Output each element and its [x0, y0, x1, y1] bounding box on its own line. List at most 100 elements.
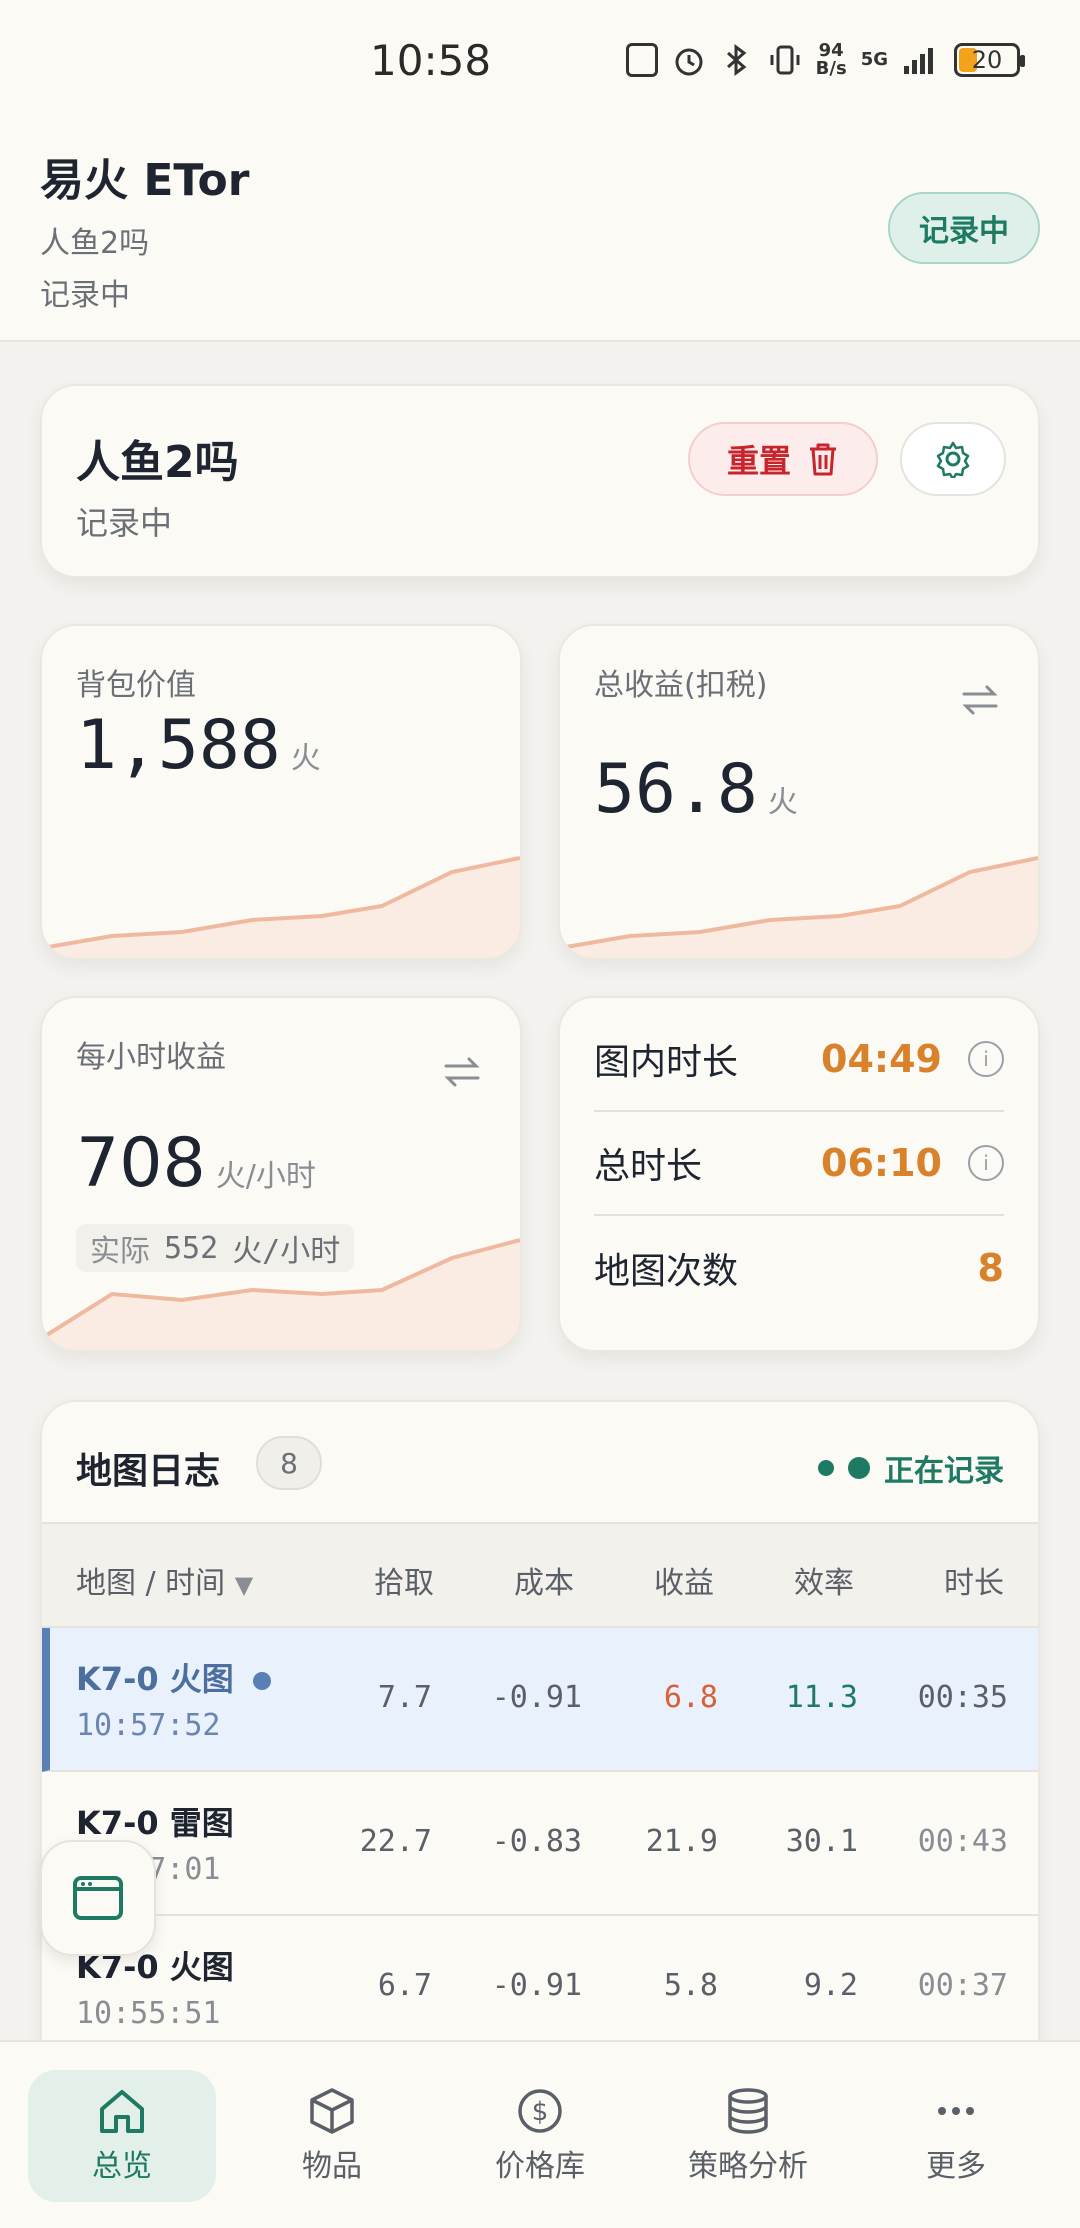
bag-value: 1,588 火: [76, 706, 321, 785]
col-map-time[interactable]: 地图 / 时间 ▼: [76, 1558, 253, 1602]
floating-window-button[interactable]: [40, 1840, 156, 1956]
col-income[interactable]: 收益: [654, 1558, 714, 1602]
nav-price-db[interactable]: $ 价格库: [446, 2070, 634, 2202]
reset-button[interactable]: 重置: [688, 422, 878, 496]
battery-icon: 20: [954, 43, 1025, 77]
header-status: 记录中: [40, 278, 130, 313]
box-icon: [310, 2088, 354, 2134]
table-row[interactable]: K7-0 火图 10:57:52 7.7 -0.91 6.8 11.3 00:3…: [42, 1628, 1038, 1772]
bag-value-label: 背包价值: [76, 668, 196, 703]
more-icon: [938, 2107, 974, 2115]
session-card: 人鱼2吗 记录中 重置: [40, 384, 1040, 578]
map-count-label: 地图次数: [594, 1251, 739, 1292]
row-map: K7-0 雷图: [76, 1804, 234, 1842]
trash-icon: [810, 443, 836, 476]
status-dot-icon: [818, 1460, 834, 1476]
row-income: 5.8: [663, 1968, 718, 2003]
sort-down-icon: ▼: [234, 1571, 254, 1599]
net-speed: 94 B/s: [815, 40, 847, 79]
network-type: 5G: [860, 49, 888, 70]
clock: 10:58: [370, 36, 492, 85]
table-row[interactable]: K7-0 雷图 10:57:01 22.7 -0.83 21.9 30.1 00…: [42, 1772, 1038, 1916]
dollar-icon: $: [518, 2089, 562, 2133]
status-dot-icon: [848, 1457, 870, 1479]
info-icon[interactable]: i: [968, 1145, 1004, 1181]
live-indicator: 正在记录: [818, 1446, 1004, 1490]
row-efficiency: 9.2: [803, 1968, 858, 2003]
reset-label: 重置: [726, 442, 791, 480]
table-row[interactable]: K7-0 火图 10:55:51 6.7 -0.91 5.8 9.2 00:37: [42, 1916, 1038, 2060]
hourly-income-card: 每小时收益 708 火/小时 实际 552 火/小时: [40, 996, 522, 1352]
row-map: K7-0 火图: [76, 1654, 271, 1700]
nfc-icon: [625, 43, 658, 77]
actual-hourly: 实际 552 火/小时: [76, 1224, 355, 1272]
total-time-value: 06:10: [821, 1141, 942, 1185]
map-count-row: 地图次数 8: [594, 1216, 1004, 1320]
header-session-name: 人鱼2吗: [40, 226, 150, 261]
total-time-label: 总时长: [594, 1146, 703, 1187]
col-duration[interactable]: 时长: [944, 1558, 1004, 1602]
total-time-row: 总时长 06:10 i: [594, 1112, 1004, 1216]
map-log-title: 地图日志: [76, 1451, 221, 1492]
home-icon: [100, 2090, 144, 2133]
col-efficiency[interactable]: 效率: [794, 1558, 854, 1602]
signal-icon: [904, 48, 933, 74]
in-map-time-row: 图内时长 04:49 i: [594, 1008, 1004, 1112]
row-time: 10:55:51: [76, 1996, 221, 2031]
row-duration: 00:37: [917, 1968, 1008, 2003]
vibrate-icon: [770, 45, 800, 75]
row-pickup: 22.7: [359, 1824, 432, 1859]
total-income-label: 总收益(扣税): [594, 668, 768, 703]
app-title: 易火 ETor: [40, 155, 250, 206]
session-status: 记录中: [76, 504, 173, 542]
time-card: 图内时长 04:49 i 总时长 06:10 i 地图次数 8: [558, 996, 1040, 1352]
svg-text:$: $: [532, 2097, 549, 2127]
row-cost: -0.91: [491, 1968, 582, 2003]
total-income-sparkline: [560, 856, 1038, 958]
row-efficiency: 30.1: [785, 1824, 858, 1859]
swap-icon[interactable]: [442, 1054, 482, 1090]
hourly-income-label: 每小时收益: [76, 1040, 226, 1075]
row-cost: -0.91: [491, 1680, 582, 1715]
total-income-card: 总收益(扣税) 56.8 火: [558, 624, 1040, 960]
row-duration: 00:43: [917, 1824, 1008, 1859]
row-duration: 00:35: [917, 1680, 1008, 1715]
row-time: 10:57:52: [76, 1708, 221, 1743]
map-count-value: 8: [977, 1246, 1004, 1290]
session-name: 人鱼2吗: [76, 437, 239, 488]
settings-button[interactable]: [900, 422, 1006, 496]
nav-more[interactable]: 更多: [862, 2070, 1050, 2202]
in-map-time-label: 图内时长: [594, 1042, 739, 1083]
row-pickup: 6.7: [377, 1968, 432, 2003]
status-bar: 10:58 94 B/s 5G 20: [0, 0, 1080, 128]
status-icons: 94 B/s 5G 20: [625, 40, 1025, 79]
current-dot-icon: [252, 1672, 271, 1690]
gear-icon: [936, 441, 970, 478]
nav-overview[interactable]: 总览: [28, 2070, 216, 2202]
bluetooth-icon: [726, 44, 747, 76]
nav-items[interactable]: 物品: [238, 2070, 426, 2202]
bag-value-sparkline: [42, 856, 520, 958]
row-pickup: 7.7: [377, 1680, 432, 1715]
hourly-sparkline: [42, 1238, 520, 1350]
nav-strategy[interactable]: 策略分析: [654, 2070, 842, 2202]
bottom-nav: 总览 物品 $ 价格库 策略分析 更多: [0, 2040, 1080, 2228]
in-map-time-value: 04:49: [821, 1037, 942, 1081]
window-icon: [73, 1876, 123, 1920]
col-pickup[interactable]: 拾取: [374, 1558, 434, 1602]
map-log-count: 8: [256, 1436, 322, 1490]
row-income: 6.8: [663, 1680, 718, 1715]
database-icon: [728, 2088, 768, 2134]
row-efficiency: 11.3: [785, 1680, 858, 1715]
recording-badge[interactable]: 记录中: [888, 192, 1040, 264]
hourly-income-value: 708 火/小时: [76, 1124, 316, 1203]
alarm-icon: [675, 48, 703, 76]
row-income: 21.9: [645, 1824, 718, 1859]
table-header: 地图 / 时间 ▼ 拾取 成本 收益 效率 时长: [42, 1522, 1038, 1628]
swap-icon[interactable]: [960, 682, 1000, 718]
app-header: 易火 ETor 人鱼2吗 记录中 记录中: [0, 128, 1080, 342]
bag-value-card: 背包价值 1,588 火: [40, 624, 522, 960]
info-icon[interactable]: i: [968, 1041, 1004, 1077]
col-cost[interactable]: 成本: [514, 1558, 574, 1602]
row-cost: -0.83: [491, 1824, 582, 1859]
